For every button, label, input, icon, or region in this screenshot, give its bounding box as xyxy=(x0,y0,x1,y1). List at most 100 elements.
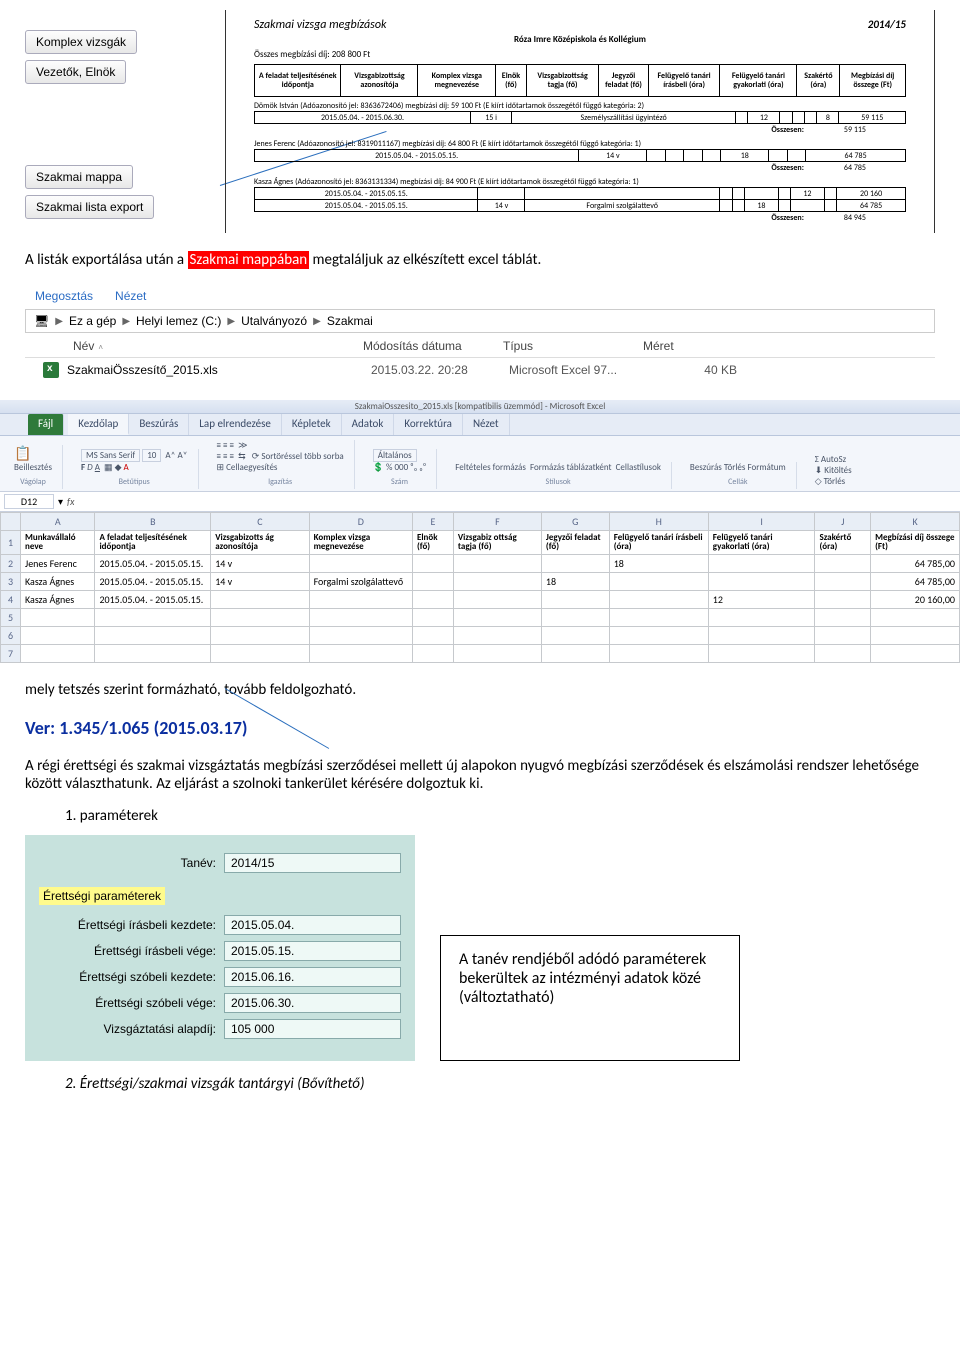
sheet-cell[interactable] xyxy=(412,572,453,590)
sheet-cell[interactable]: 14 v xyxy=(211,554,309,572)
sheet-cell[interactable] xyxy=(309,554,412,572)
sheet-cell[interactable] xyxy=(412,554,453,572)
szobeli-kezdete-input[interactable]: 2015.06.16. xyxy=(224,967,401,987)
italic-button[interactable]: D xyxy=(87,462,93,473)
vezetok-elnok-button[interactable]: Vezetők, Elnök xyxy=(25,60,126,84)
number-format-select[interactable]: Általános xyxy=(373,449,417,462)
sheet-cell[interactable] xyxy=(541,626,609,644)
sheet-cell[interactable] xyxy=(708,626,815,644)
sheet-header-cell[interactable]: Felügyelő tanári gyakorlati (óra) xyxy=(708,531,815,555)
sheet-cell[interactable]: 12 xyxy=(708,590,815,608)
clear-button[interactable]: Törlés xyxy=(824,476,846,487)
delete-button[interactable]: Törlés xyxy=(724,462,746,473)
cond-format-button[interactable]: Feltételes formázás xyxy=(455,462,526,473)
sheet-cell[interactable] xyxy=(815,590,871,608)
currency-button[interactable]: 💲 xyxy=(373,462,384,473)
tab-view[interactable]: Nézet xyxy=(463,414,510,435)
cell-styles-button[interactable]: Cellastílusok xyxy=(616,462,661,473)
sheet-column-header[interactable]: D xyxy=(309,513,412,531)
sheet-cell[interactable] xyxy=(815,572,871,590)
formula-bar[interactable]: D12 ▾ fx xyxy=(0,492,960,512)
irasbeli-vege-input[interactable]: 2015.05.15. xyxy=(224,941,401,961)
sheet-cell[interactable] xyxy=(309,644,412,662)
sheet-header-cell[interactable]: Elnök (fő) xyxy=(412,531,453,555)
row-number[interactable]: 3 xyxy=(1,572,21,590)
font-size-select[interactable]: 10 xyxy=(142,449,161,462)
merge-cells-button[interactable]: ⊞ Cellaegyesítés xyxy=(217,462,278,473)
autosum-button[interactable]: AutoSz xyxy=(821,454,846,465)
sheet-column-header[interactable]: I xyxy=(708,513,815,531)
format-table-button[interactable]: Formázás táblázatként xyxy=(530,462,612,473)
sheet-cell[interactable] xyxy=(309,626,412,644)
sheet-cell[interactable] xyxy=(211,608,309,626)
breadcrumb-folder[interactable]: Szakmai xyxy=(327,314,373,328)
wrap-text-button[interactable]: ⟳ Sortöréssel több sorba xyxy=(252,451,344,462)
sheet-cell[interactable]: 64 785,00 xyxy=(871,572,960,590)
sheet-cell[interactable] xyxy=(815,644,871,662)
sheet-cell[interactable] xyxy=(453,608,541,626)
sheet-header-cell[interactable]: Felügyelő tanári írásbeli (óra) xyxy=(609,531,708,555)
sheet-column-header[interactable]: H xyxy=(609,513,708,531)
sheet-cell[interactable] xyxy=(708,554,815,572)
sheet-cell[interactable] xyxy=(871,644,960,662)
sheet-cell[interactable] xyxy=(815,626,871,644)
sheet-column-header[interactable]: E xyxy=(412,513,453,531)
underline-button[interactable]: A xyxy=(95,462,100,473)
sheet-cell[interactable]: 14 v xyxy=(211,572,309,590)
explorer-share-tab[interactable]: Megosztás xyxy=(35,289,93,303)
fx-icon[interactable]: fx xyxy=(67,495,74,508)
sheet-cell[interactable] xyxy=(95,644,211,662)
sheet-cell[interactable] xyxy=(309,608,412,626)
row-number[interactable]: 2 xyxy=(1,554,21,572)
szobeli-vege-input[interactable]: 2015.06.30. xyxy=(224,993,401,1013)
font-color-button[interactable]: A xyxy=(124,462,129,473)
sheet-cell[interactable] xyxy=(21,626,95,644)
irasbeli-kezdete-input[interactable]: 2015.05.04. xyxy=(224,915,401,935)
sheet-header-cell[interactable]: Vizsgabizotts ág azonosítója xyxy=(211,531,309,555)
sheet-cell[interactable]: 2015.05.04. - 2015.05.15. xyxy=(95,572,211,590)
sheet-cell[interactable] xyxy=(541,608,609,626)
tab-data[interactable]: Adatok xyxy=(342,414,395,435)
sheet-cell[interactable]: Jenes Ferenc xyxy=(21,554,95,572)
explorer-view-tab[interactable]: Nézet xyxy=(115,289,146,303)
font-name-select[interactable]: MS Sans Serif xyxy=(81,449,140,462)
alapdij-input[interactable]: 105 000 xyxy=(224,1019,401,1039)
file-row[interactable]: SzakmaiÖsszesítő_2015.xls 2015.03.22. 20… xyxy=(25,358,935,382)
sheet-cell[interactable] xyxy=(541,554,609,572)
paste-icon[interactable]: 📋 xyxy=(14,445,52,462)
sheet-header-cell[interactable]: Komplex vizsga megnevezése xyxy=(309,531,412,555)
col-size[interactable]: Méret xyxy=(643,339,733,353)
sheet-header-cell[interactable]: Vizsgabiz ottság tagja (fő) xyxy=(453,531,541,555)
format-button[interactable]: Formátum xyxy=(747,462,785,473)
col-type[interactable]: Típus xyxy=(503,339,633,353)
sheet-cell[interactable] xyxy=(95,608,211,626)
sheet-cell[interactable] xyxy=(609,590,708,608)
sheet-cell[interactable] xyxy=(815,608,871,626)
col-date[interactable]: Módosítás dátuma xyxy=(363,339,493,353)
sheet-column-header[interactable]: A xyxy=(21,513,95,531)
sheet-cell[interactable] xyxy=(708,644,815,662)
sheet-cell[interactable] xyxy=(453,644,541,662)
komplex-vizsgak-button[interactable]: Komplex vizsgák xyxy=(25,30,137,54)
row-number[interactable]: 1 xyxy=(1,531,21,555)
sheet-cell[interactable] xyxy=(21,644,95,662)
tab-home[interactable]: Kezdőlap xyxy=(68,414,129,435)
sheet-cell[interactable] xyxy=(211,590,309,608)
sheet-cell[interactable] xyxy=(871,608,960,626)
sheet-cell[interactable]: Forgalmi szolgálattevő xyxy=(309,572,412,590)
fill-button[interactable]: Kitöltés xyxy=(824,465,851,476)
sheet-header-cell[interactable]: Megbízási díj összege (Ft) xyxy=(871,531,960,555)
sheet-cell[interactable] xyxy=(21,608,95,626)
sheet-cell[interactable]: 20 160,00 xyxy=(871,590,960,608)
sheet-header-cell[interactable]: Szakértő (óra) xyxy=(815,531,871,555)
sheet-cell[interactable] xyxy=(412,644,453,662)
sheet-cell[interactable] xyxy=(453,626,541,644)
sheet-column-header[interactable] xyxy=(1,513,21,531)
sheet-cell[interactable] xyxy=(453,590,541,608)
spreadsheet[interactable]: ABCDEFGHIJK 1Munkavállaló neveA feladat … xyxy=(0,512,960,663)
sheet-cell[interactable] xyxy=(609,608,708,626)
sheet-column-header[interactable]: C xyxy=(211,513,309,531)
tanev-input[interactable]: 2014/15 xyxy=(224,853,401,873)
sheet-column-header[interactable]: K xyxy=(871,513,960,531)
row-number[interactable]: 7 xyxy=(1,644,21,662)
